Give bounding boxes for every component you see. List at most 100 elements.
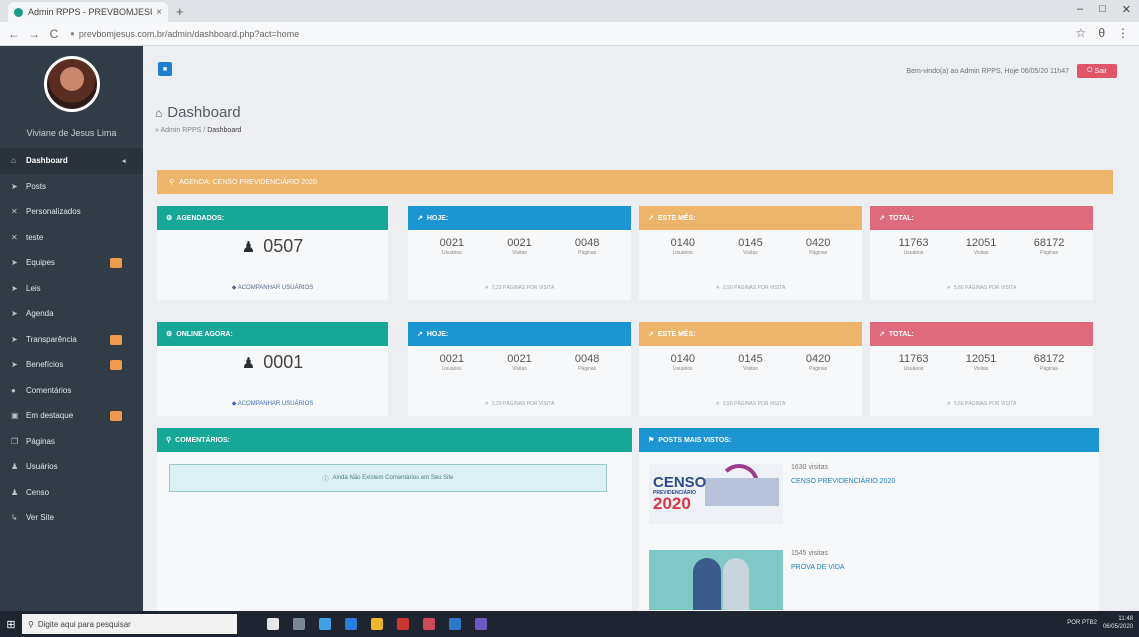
browser-tab[interactable]: Admin RPPS - PREVBOMJESUS × [8, 2, 168, 22]
taskbar-app-icon[interactable] [345, 618, 357, 630]
sidebar-item-posts[interactable]: ➤ Posts [0, 174, 143, 200]
sidebar-item-label: Páginas [26, 436, 55, 446]
minimize-button[interactable]: – [1077, 3, 1083, 16]
taskbar-app-icon[interactable] [423, 618, 435, 630]
thumbnail-figure [723, 558, 749, 610]
sidebar-item-label: Posts [26, 181, 47, 191]
sidebar: Viviane de Jesus Lima ⌂ Dashboard ◂ ➤ Posts ✕… [0, 46, 143, 611]
tray-language[interactable]: POR PTB2 [1067, 620, 1097, 626]
metric-title: ESTE MÊS: [657, 214, 696, 222]
post-title-link[interactable]: PROVA DE VIDA [791, 564, 845, 571]
sidebar-item-dashboard[interactable]: ⌂ Dashboard ◂ [0, 148, 143, 174]
pin-icon: ➤ [11, 309, 18, 319]
taskbar-app-icon[interactable] [267, 618, 279, 630]
metric-label: Visitas [743, 366, 758, 372]
maximize-button[interactable]: □ [1099, 3, 1106, 16]
metric-label: Páginas [1039, 250, 1059, 256]
metric-title: HOJE: [426, 330, 449, 338]
agenda-bar[interactable]: ⚲ AGENDA: CENSO PREVIDENCIÁRIO 2020 [157, 170, 1113, 194]
close-window-button[interactable]: ✕ [1122, 3, 1131, 16]
info-icon: ⓘ [322, 476, 329, 483]
search-icon: ⚲ [28, 619, 34, 629]
agendados-link[interactable]: ◆ ACOMPANHAR USUÁRIOS [157, 284, 388, 291]
taskbar-app-icon[interactable] [397, 618, 409, 630]
forward-button[interactable]: → [28, 27, 40, 41]
metric-value: 0420 [805, 353, 831, 365]
settings-icon: ⚙ [166, 215, 173, 222]
sidebar-item-teste[interactable]: ✕ teste [0, 225, 143, 251]
empty-comments-alert: ⓘ Ainda Não Existem Comentários em Seu S… [169, 464, 607, 492]
taskbar-app-icon[interactable] [371, 618, 383, 630]
browser-menu-icon[interactable]: ⋮ [1117, 26, 1129, 40]
metric-value: 68172 [1033, 353, 1065, 365]
post-thumbnail[interactable] [649, 550, 783, 610]
online-count: ♟ 0001 [157, 352, 388, 373]
pin-icon: ➤ [11, 334, 18, 344]
sidebar-item-agenda[interactable]: ➤ Agenda [0, 301, 143, 327]
taskbar-app-icon[interactable] [319, 618, 331, 630]
post-item[interactable]: CENSO PREVIDENCIÁRIO 2020 1630 visitas C… [649, 464, 1089, 524]
taskbar-app-icon[interactable] [293, 618, 305, 630]
metric-footer: ✕ 5,66 PÁGINAS POR VISITA [870, 401, 1093, 407]
metric-stat: 11763 Usuários [899, 353, 929, 372]
avatar[interactable] [44, 56, 100, 112]
metric-footer-text: 2,29 PÁGINAS POR VISITA [491, 285, 555, 291]
post-thumbnail[interactable]: CENSO PREVIDENCIÁRIO 2020 [649, 464, 783, 524]
post-title-link[interactable]: CENSO PREVIDENCIÁRIO 2020 [791, 478, 895, 485]
reload-button[interactable]: C [48, 27, 60, 41]
back-button[interactable]: ← [8, 27, 20, 41]
taskbar-app-icon[interactable] [449, 618, 461, 630]
menu-toggle-button[interactable]: ■ [158, 62, 172, 76]
profile-icon[interactable]: θ [1098, 26, 1105, 40]
thumbnail-word: CENSO [653, 474, 707, 491]
thumbnail-figure [693, 558, 721, 610]
sidebar-item-transpar-ncia[interactable]: ➤ Transparência [0, 327, 143, 353]
new-tab-button[interactable]: + [176, 4, 184, 19]
close-icon: ✕ [946, 401, 951, 407]
metric-value: 0021 [507, 237, 532, 249]
online-link[interactable]: ◆ ACOMPANHAR USUÁRIOS [157, 400, 388, 407]
url-field[interactable]: ● prevbomjesus.com.br/admin/dashboard.ph… [70, 29, 299, 39]
post-item[interactable]: 1545 visitas PROVA DE VIDA [649, 550, 1089, 610]
url-text: prevbomjesus.com.br/admin/dashboard.php?… [78, 28, 300, 39]
chart-line-icon: ↗ [648, 331, 654, 338]
sidebar-item-coment-rios[interactable]: ● Comentários [0, 378, 143, 404]
sidebar-item-label: Leis [26, 283, 41, 293]
close-icon: ✕ [946, 285, 951, 291]
sidebar-badge [110, 334, 122, 345]
metric-stats: 0021 Usuários 0021 Visitas 0048 Páginas [408, 353, 631, 372]
clock-time: 11:48 [1118, 616, 1133, 622]
metric-stats: 0140 Usuários 0145 Visitas 0420 Páginas [639, 353, 862, 372]
metric-title: TOTAL: [888, 330, 914, 338]
sidebar-item-benef-cios[interactable]: ➤ Benefícios [0, 352, 143, 378]
close-icon: ✕ [484, 285, 489, 291]
sidebar-item-usu-rios[interactable]: ♟ Usuários [0, 454, 143, 480]
browser-tab-bar: Admin RPPS - PREVBOMJESUS × + – □ ✕ [0, 0, 1139, 22]
taskbar-app-icon[interactable] [475, 618, 487, 630]
metric-label: Visitas [512, 366, 527, 372]
tab-close-button[interactable]: × [156, 7, 162, 18]
sidebar-item-censo[interactable]: ♟ Censo [0, 480, 143, 506]
taskbar-search[interactable]: ⚲ Digite aqui para pesquisar [22, 614, 237, 634]
sidebar-item-label: teste [26, 232, 44, 242]
sidebar-item-equipes[interactable]: ➤ Equipes [0, 250, 143, 276]
logout-button[interactable]: ⏻ Sair [1077, 64, 1117, 78]
metric-footer-text: 2,29 PÁGINAS POR VISITA [491, 401, 555, 407]
breadcrumb-root[interactable]: Admin RPPS [160, 127, 201, 134]
agenda-label: AGENDA: CENSO PREVIDENCIÁRIO 2020 [179, 178, 317, 186]
metric-header: ↗ HOJE: [408, 206, 631, 230]
clock[interactable]: 11:48 06/05/2020 [1103, 615, 1133, 631]
system-tray: POR PTB2 11:48 06/05/2020 [1067, 615, 1133, 631]
sidebar-item-p-ginas[interactable]: ❐ Páginas [0, 429, 143, 455]
start-button[interactable]: ⊞ [0, 611, 22, 637]
sidebar-item-em-destaque[interactable]: ▣ Em destaque [0, 403, 143, 429]
sidebar-item-ver-site[interactable]: ↳ Ver Site [0, 505, 143, 531]
sidebar-item-leis[interactable]: ➤ Leis [0, 276, 143, 302]
metric-stat: 0021 Visitas [507, 237, 531, 256]
metric-value: 0021 [439, 237, 465, 249]
online-link-label: ACOMPANHAR USUÁRIOS [237, 401, 314, 407]
metric-footer: ✕ 5,66 PÁGINAS POR VISITA [870, 285, 1093, 291]
metric-stat: 68172 Páginas [1034, 237, 1065, 256]
sidebar-item-personalizados[interactable]: ✕ Personalizados [0, 199, 143, 225]
bookmark-star-icon[interactable]: ☆ [1076, 26, 1087, 40]
